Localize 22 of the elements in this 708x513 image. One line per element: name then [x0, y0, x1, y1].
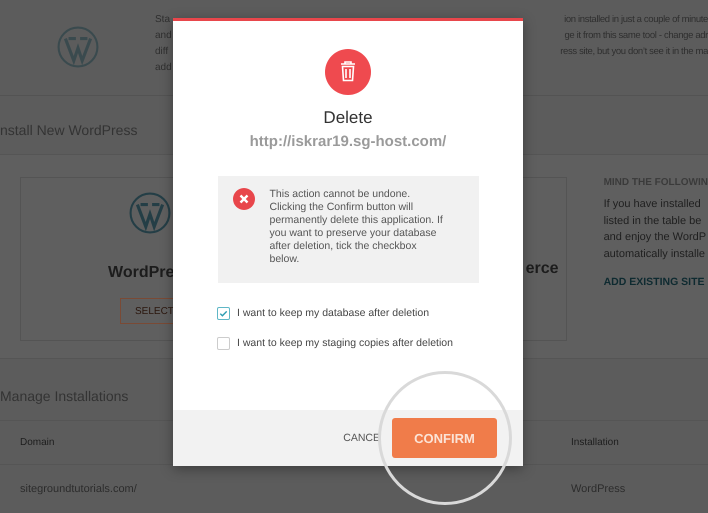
checkbox[interactable] [217, 306, 230, 320]
notice-text: If you have installed [604, 197, 702, 212]
warning-text: This action cannot be undone. Clicking the Confirm button will permanently delete this application. If you want to preserve your database after deletion, tick the checkbox below. [270, 188, 444, 267]
checkbox-label: I want to keep my database after deletion [237, 307, 430, 319]
wordpress-logo-icon [56, 26, 98, 68]
app-name: erce [526, 259, 559, 279]
checkbox-label: I want to keep my staging copies after deletion [237, 337, 453, 349]
notice-text: automatically installe [604, 246, 706, 262]
notice-text: and enjoy the WordP [604, 230, 706, 245]
notice-text: listed in the table be [604, 214, 702, 228]
trash-icon [325, 49, 371, 95]
confirm-button[interactable]: CONFIRM [392, 418, 497, 458]
site-url: http://iskrar19.sg-host.com/ [250, 133, 446, 150]
wordpress-logo-icon [129, 192, 171, 234]
checkbox[interactable] [217, 336, 230, 350]
cancel-button[interactable]: CANCE [343, 432, 380, 444]
dialog-title: Delete [323, 107, 373, 129]
column-header: Installation [571, 437, 619, 448]
add-site-link[interactable]: ADD EXISTING SITE [604, 276, 704, 288]
app-name: WordPre [108, 263, 174, 283]
column-header: Domain [20, 437, 54, 448]
error-icon [232, 188, 254, 210]
